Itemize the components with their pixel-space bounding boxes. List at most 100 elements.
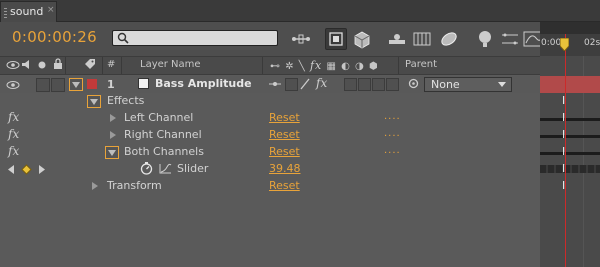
chevron-down-icon [90,99,98,105]
adjustment-switch[interactable] [372,78,385,91]
close-icon[interactable]: × [47,5,55,15]
transform-group-label: Transform [107,179,162,192]
motion-blur-switch-icon: ◐ [341,61,351,72]
effect-name-right-channel: Right Channel [124,128,202,141]
collapse-switch[interactable] [285,78,298,91]
layer-number: 1 [107,78,115,91]
effect-fx-toggle-icon[interactable]: fx [8,144,19,158]
effects-twirl-button[interactable] [87,95,101,108]
divider [65,57,66,74]
grip-icon[interactable] [4,8,7,18]
parent-header[interactable]: Parent [405,59,437,70]
search-input[interactable] [112,30,278,46]
property-name-slider: Slider [177,162,209,175]
frame-blending-icon[interactable] [411,28,433,50]
3d-layer-switch[interactable] [386,78,399,91]
3d-layer-switch-icon: ⬢ [368,61,379,72]
divider [102,57,103,74]
layer-name-header[interactable]: Layer Name [140,59,201,70]
reset-link-both-channels[interactable]: Reset [269,145,300,158]
reset-link-right-channel[interactable]: Reset [269,128,300,141]
layer-twirl-button[interactable] [69,78,83,91]
collapse-switch-icon: ✲ [285,61,295,72]
divider [398,57,399,74]
stopwatch-icon[interactable] [140,162,153,175]
comp-mini-flowchart-icon[interactable] [290,28,312,50]
layer-type-icon [138,78,149,89]
composition-tab[interactable]: sound × [0,1,57,22]
quality-switch-icon: ╲ [298,61,306,72]
chevron-right-icon[interactable] [110,131,116,139]
layer-duration-bar[interactable] [540,76,600,93]
timeline-graph-area[interactable] [540,22,600,267]
panel-tab-bar [0,0,600,22]
add-keyframe-icon[interactable] [21,164,32,175]
effect-duration-bar [540,118,600,121]
layer-label-color[interactable] [87,79,97,89]
graph-cursor-icon: I [562,162,566,175]
brainstorm-icon[interactable] [474,28,496,50]
fx-switch-icon[interactable]: fx [316,76,327,90]
effect-options-link[interactable]: .... [384,128,401,139]
shy-switch-icon[interactable] [268,79,282,89]
effect-options-link[interactable]: .... [384,111,401,122]
draft-3d-icon [329,32,343,46]
chevron-down-icon [108,150,116,156]
label-tag-icon[interactable] [84,58,96,70]
frame-blend-switch[interactable] [344,78,357,91]
audio-speaker-icon[interactable] [21,59,33,70]
both-channels-twirl-button[interactable] [105,146,119,159]
reset-link-left-channel[interactable]: Reset [269,111,300,124]
graph-cursor-icon: I [562,94,566,107]
auto-keyframe-icon[interactable] [499,28,521,50]
parent-dropdown[interactable]: None [424,77,512,92]
effect-switch-icon: fx [309,59,323,72]
effect-fx-toggle-icon[interactable]: fx [8,110,19,124]
lock-icon[interactable] [53,58,63,70]
layer-number-header[interactable]: # [107,59,115,70]
quality-switch-icon[interactable] [299,78,311,90]
layer-name[interactable]: Bass Amplitude [155,77,252,90]
chevron-down-icon [498,82,506,87]
graph-icon[interactable] [159,163,172,174]
effect-options-link[interactable]: .... [384,145,401,156]
previous-keyframe-icon[interactable] [8,165,15,174]
graph-cursor-icon: I [562,179,566,192]
3d-cube-icon[interactable] [351,28,373,50]
layer-visibility-eye-icon[interactable] [6,80,20,90]
layer-lock-switch[interactable] [51,78,65,92]
hide-shy-layers-icon[interactable] [386,28,408,50]
shy-switch-icon: ⊷ [270,61,281,72]
current-time-display[interactable]: 0:00:00:26 [12,28,97,46]
solo-icon[interactable] [37,60,47,70]
layer-solo-switch[interactable] [36,78,50,92]
divider [262,57,263,74]
effect-duration-bar [540,152,600,155]
motion-blur-switch[interactable] [358,78,371,91]
adjustment-layer-switch-icon: ◑ [355,61,365,72]
eye-icon[interactable] [6,60,20,70]
pick-whip-icon[interactable] [408,78,419,89]
motion-blur-icon[interactable] [438,28,460,50]
chevron-right-icon[interactable] [92,182,98,190]
slider-value[interactable]: 39.48 [269,162,301,175]
divider [121,57,122,74]
effect-fx-toggle-icon[interactable]: fx [8,127,19,141]
next-keyframe-icon[interactable] [38,165,45,174]
graph-cursor-icon: I [562,128,566,141]
draft-3d-button[interactable] [325,28,347,50]
switches-header: ⊷ ✲ ╲ fx ▦ ◐ ◑ ⬢ [270,59,379,72]
frame-blend-switch-icon: ▦ [326,61,337,72]
chevron-right-icon[interactable] [110,114,116,122]
work-area-bar[interactable] [540,22,600,34]
effect-name-both-channels: Both Channels [124,145,204,158]
search-icon [117,32,129,44]
effect-name-left-channel: Left Channel [124,111,194,124]
effect-duration-bar [540,135,600,138]
current-time-indicator-icon[interactable] [560,38,569,51]
keyframe-track [540,165,600,173]
reset-link-transform[interactable]: Reset [269,179,300,192]
graph-cursor-icon: I [562,145,566,158]
composition-tab-label: sound [10,5,44,18]
effects-group-row[interactable] [0,93,540,110]
